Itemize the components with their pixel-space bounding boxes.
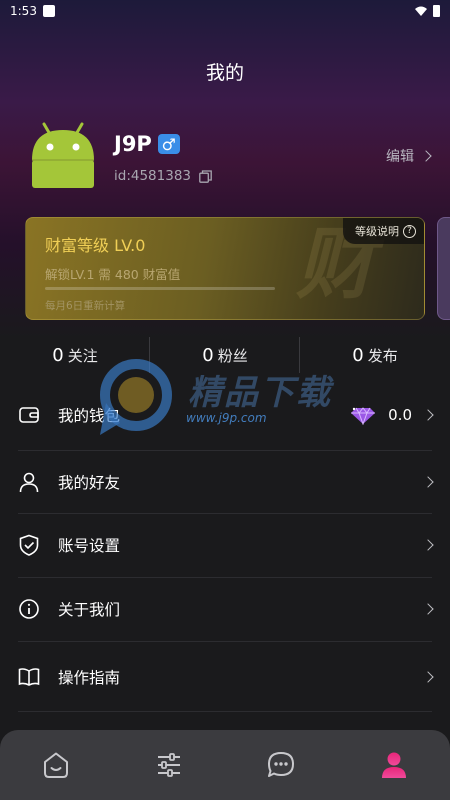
profile-header: J9P ♂ id:4581383 编辑 xyxy=(30,118,432,198)
notification-icon xyxy=(42,5,55,17)
chevron-right-icon xyxy=(420,150,432,162)
wealth-level-title: 财富等级 LV.0 xyxy=(45,236,146,255)
divider xyxy=(18,711,432,712)
wallet-balance: 0.0 xyxy=(388,406,412,424)
wealth-progress-bar xyxy=(45,287,275,290)
home-icon xyxy=(44,752,69,778)
male-gender-icon: ♂ xyxy=(157,134,180,154)
tab-home[interactable] xyxy=(0,730,113,800)
tab-profile[interactable] xyxy=(338,730,450,800)
menu-item-about[interactable]: 关于我们 xyxy=(18,577,434,641)
next-card-peek[interactable] xyxy=(437,217,450,320)
battery-icon xyxy=(433,5,440,17)
shield-check-icon xyxy=(18,534,40,556)
person-icon xyxy=(18,471,40,493)
account-label: 账号设置 xyxy=(58,537,121,555)
info-icon xyxy=(18,598,40,620)
stat-fans-label: 粉丝 xyxy=(217,346,248,365)
chat-icon xyxy=(268,752,295,777)
sliders-icon xyxy=(157,753,180,777)
wealth-reset-text: 每月6日重新计算 xyxy=(45,300,126,312)
tab-filters[interactable] xyxy=(113,730,226,800)
menu-item-friends[interactable]: 我的好友 xyxy=(18,450,434,514)
wealth-level-card[interactable]: 财 财富等级 LV.0 等级说明 ? 解锁LV.1 需 480 财富值 每月6日… xyxy=(25,217,425,320)
stat-posts-count: 0 xyxy=(352,344,364,366)
stat-following-label: 关注 xyxy=(67,346,98,365)
profile-icon xyxy=(381,752,406,778)
wifi-icon xyxy=(415,6,427,16)
username-text: J9P xyxy=(114,132,152,156)
edit-label: 编辑 xyxy=(386,149,414,165)
wealth-unlock-text: 解锁LV.1 需 480 财富值 xyxy=(45,267,181,282)
bottom-tab-bar xyxy=(0,730,450,800)
stat-fans[interactable]: 0 粉丝 xyxy=(150,337,300,373)
page-title: 我的 xyxy=(205,62,244,84)
status-bar: 1:53 xyxy=(0,0,450,22)
android-avatar-icon[interactable] xyxy=(30,120,96,190)
menu-item-guide[interactable]: 操作指南 xyxy=(18,645,434,709)
stats-row: 0 关注 0 粉丝 0 发布 xyxy=(0,337,450,373)
user-id-text: id:4581383 xyxy=(114,168,191,184)
status-time: 1:53 xyxy=(10,4,37,18)
stat-posts[interactable]: 0 发布 xyxy=(300,337,450,373)
stat-following[interactable]: 0 关注 xyxy=(0,337,150,373)
wallet-icon xyxy=(18,404,40,426)
menu-item-account[interactable]: 账号设置 xyxy=(18,513,434,577)
menu-item-wallet[interactable]: 我的钱包 0.0 xyxy=(18,383,434,447)
stat-following-count: 0 xyxy=(52,344,64,366)
friends-label: 我的好友 xyxy=(58,474,121,492)
edit-profile-button[interactable]: 编辑 xyxy=(386,146,432,166)
about-label: 关于我们 xyxy=(58,601,121,619)
copy-icon[interactable] xyxy=(199,169,212,183)
diamond-icon xyxy=(351,407,376,425)
user-id: id:4581383 xyxy=(114,168,212,184)
chevron-right-icon xyxy=(422,409,434,421)
stat-fans-count: 0 xyxy=(202,344,214,366)
username: J9P ♂ xyxy=(114,132,180,156)
tab-messages[interactable] xyxy=(225,730,338,800)
level-explain-label: 等级说明 xyxy=(355,225,399,238)
chevron-right-icon xyxy=(422,476,434,488)
chevron-right-icon xyxy=(422,539,434,551)
chevron-right-icon xyxy=(422,603,434,615)
guide-label: 操作指南 xyxy=(58,669,121,687)
help-icon: ? xyxy=(403,224,416,238)
chevron-right-icon xyxy=(422,671,434,683)
stat-posts-label: 发布 xyxy=(367,346,398,365)
level-explain-button[interactable]: 等级说明 ? xyxy=(343,218,424,244)
divider xyxy=(18,641,432,642)
wallet-label: 我的钱包 xyxy=(58,407,121,425)
book-icon xyxy=(18,666,40,688)
